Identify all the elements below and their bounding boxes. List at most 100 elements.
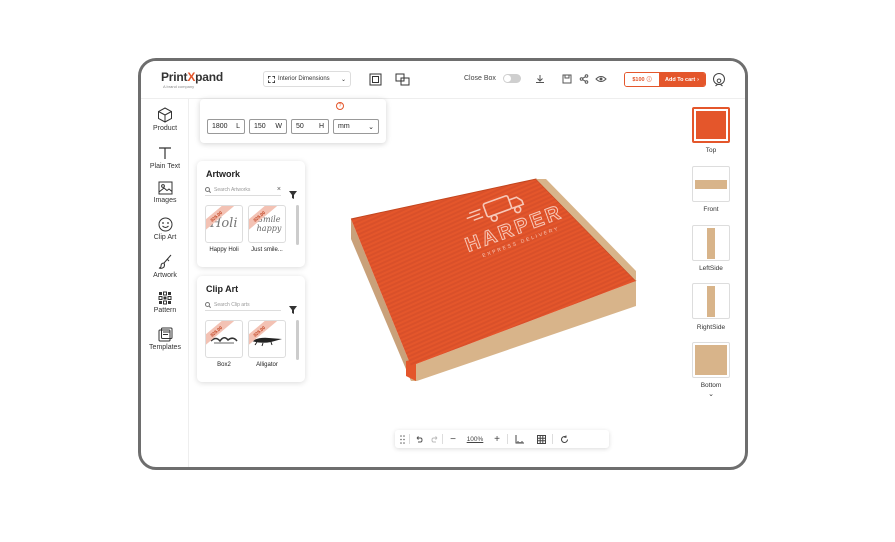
brush-icon	[158, 254, 171, 269]
filter-button[interactable]	[289, 186, 297, 204]
side-label-leftside: LeftSide	[699, 265, 723, 272]
drag-handle-icon[interactable]	[395, 434, 409, 444]
artwork-label: Happy Holi	[209, 247, 239, 253]
zoom-level[interactable]: 100%	[463, 436, 487, 443]
ruler-icon	[515, 434, 524, 443]
box-3d-preview[interactable]: HARPER EXPRESS DELIVERY	[346, 171, 646, 381]
side-tile-bottom[interactable]	[692, 342, 730, 378]
tablet-frame: PrintXpand A brand company Interior Dime…	[138, 58, 748, 470]
resize-icon	[268, 75, 275, 83]
sidebar-item-artwork[interactable]: Artwork	[141, 253, 189, 279]
clear-icon[interactable]: ×	[277, 186, 281, 193]
side-front-swatch	[695, 180, 727, 189]
length-input[interactable]: 1800 L	[207, 119, 245, 134]
clipart-thumb-box2[interactable]: $25.00	[205, 320, 243, 358]
download-button[interactable]	[534, 73, 545, 84]
price-label: $100 ⓘ	[625, 73, 659, 86]
chevron-down-icon: ⌄	[368, 123, 374, 131]
filter-icon	[289, 191, 297, 199]
add-to-cart-button[interactable]: $100 ⓘ Add To cart ›	[624, 72, 706, 87]
image-icon	[158, 181, 172, 195]
redo-button[interactable]	[428, 435, 442, 443]
grid-button[interactable]	[530, 434, 552, 444]
side-label-front: Front	[703, 206, 719, 213]
height-input[interactable]: 50 H	[291, 119, 329, 134]
side-bottom-swatch	[695, 345, 727, 375]
templates-icon	[158, 327, 172, 342]
zoom-out-button[interactable]: −	[443, 434, 463, 445]
arrow-right-icon: ›	[697, 76, 699, 83]
width-input[interactable]: 150 W	[249, 119, 287, 134]
save-button[interactable]	[561, 73, 572, 84]
arrange-button[interactable]	[394, 72, 410, 86]
side-tile-top[interactable]	[692, 107, 730, 143]
close-box-label: Close Box	[464, 75, 496, 82]
dimension-type-select[interactable]: Interior Dimensions ⌄	[263, 71, 351, 87]
sidebar-item-templates[interactable]: Templates	[141, 327, 189, 351]
canvas-toolbar: − 100% +	[395, 430, 609, 448]
reset-button[interactable]	[553, 435, 575, 444]
artwork-thumb-happy-holi[interactable]: Holi $25.00	[205, 205, 243, 243]
zoom-in-button[interactable]: +	[487, 434, 507, 445]
side-label-rightside: RightSide	[696, 324, 726, 331]
sidebar-item-plain-text[interactable]: Plain Text	[141, 145, 189, 170]
close-box-toggle[interactable]	[503, 74, 521, 83]
share-button[interactable]	[578, 73, 589, 84]
pattern-icon	[158, 291, 172, 305]
help-icon[interactable]: ?	[336, 102, 344, 110]
layers-button[interactable]	[368, 72, 382, 86]
top-bar: PrintXpand A brand company Interior Dime…	[141, 61, 745, 99]
grid-icon	[536, 434, 546, 444]
sidebar-item-images[interactable]: Images	[141, 181, 189, 204]
clipart-thumb-alligator[interactable]: $25.00	[248, 320, 286, 358]
filter-button[interactable]	[289, 301, 297, 319]
artwork-search-input[interactable]: Search Artworks ×	[205, 184, 281, 196]
info-icon: ⓘ	[646, 77, 652, 83]
refresh-icon	[560, 435, 568, 443]
clipart-search-input[interactable]: Search Clip arts	[205, 299, 281, 311]
side-right-swatch	[707, 286, 715, 317]
tool-sidebar: Product Plain Text Images Clip Art Artwo…	[141, 99, 189, 467]
brand-tagline: A brand company	[163, 84, 195, 89]
artwork-label: Just smile...	[251, 247, 283, 253]
clipart-panel: Clip Art Search Clip arts $25.00 $25.00 …	[197, 276, 305, 382]
sidebar-item-pattern[interactable]: Pattern	[141, 291, 189, 314]
sidebar-item-clip-art[interactable]: Clip Art	[141, 217, 189, 241]
preview-button[interactable]	[595, 73, 607, 84]
undo-icon	[416, 436, 423, 443]
brand-logo[interactable]: PrintXpand	[161, 70, 223, 84]
clipart-panel-title: Clip Art	[206, 284, 239, 294]
clipart-label: Alligator	[256, 362, 278, 368]
redo-icon	[431, 436, 438, 443]
smiley-icon	[158, 217, 172, 232]
chevron-down-icon[interactable]: ⌄	[686, 390, 736, 398]
sidebar-item-product[interactable]: Product	[141, 107, 189, 132]
search-icon	[205, 301, 211, 308]
side-top-swatch	[696, 111, 726, 139]
side-left-swatch	[707, 228, 715, 259]
dimensions-popover: ? 1800 L 150 W 50 H mm ⌄	[200, 99, 386, 143]
download-icon	[535, 74, 544, 83]
undo-button[interactable]	[410, 435, 428, 443]
side-tile-front[interactable]	[692, 166, 730, 202]
side-label-top: Top	[705, 147, 717, 154]
search-icon	[205, 186, 211, 193]
clipart-label: Box2	[217, 362, 231, 368]
clipart-scrollbar[interactable]	[296, 320, 299, 360]
user-avatar-icon[interactable]	[713, 73, 725, 87]
side-label-bottom: Bottom	[700, 382, 722, 389]
save-icon	[562, 74, 571, 83]
ruler-button[interactable]	[508, 434, 530, 444]
user-icon	[715, 78, 723, 87]
eye-icon	[595, 75, 607, 82]
unit-select[interactable]: mm ⌄	[333, 119, 379, 134]
artwork-scrollbar[interactable]	[296, 205, 299, 245]
filter-icon	[289, 306, 297, 314]
artwork-thumb-just-smile[interactable]: Smile happy $25.00	[248, 205, 286, 243]
overlap-icon	[395, 73, 409, 85]
side-tile-rightside[interactable]	[692, 283, 730, 319]
artwork-panel: Artwork Search Artworks × Holi $25.00 Sm…	[197, 161, 305, 267]
layers-icon	[369, 73, 381, 85]
side-tile-leftside[interactable]	[692, 225, 730, 261]
add-to-cart-label: Add To cart ›	[659, 73, 705, 86]
